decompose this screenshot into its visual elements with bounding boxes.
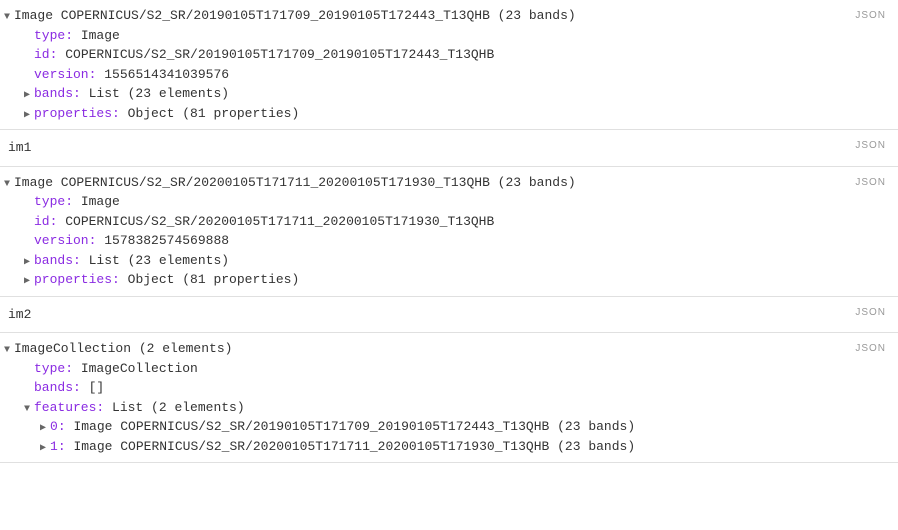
prop-version: version: 1556514341039576 <box>4 65 888 85</box>
key-properties: properties: <box>34 106 120 121</box>
val-bands: [] <box>89 380 105 395</box>
feature-row-1[interactable]: 1: Image COPERNICUS/S2_SR/20200105T17171… <box>4 437 888 457</box>
prop-features[interactable]: features: List (2 elements) <box>4 398 888 418</box>
json-link[interactable]: JSON <box>855 138 886 153</box>
header-text: Image COPERNICUS/S2_SR/20200105T171711_2… <box>14 173 576 193</box>
val-properties: Object (81 properties) <box>128 106 300 121</box>
val-type: Image <box>81 28 120 43</box>
key-bands: bands: <box>34 253 81 268</box>
prop-type: type: Image <box>4 26 888 46</box>
prop-bands: bands: [] <box>4 378 888 398</box>
caption-panel-2: JSON im2 <box>0 297 898 334</box>
val-version: 1556514341039576 <box>104 67 229 82</box>
chevron-down-icon[interactable] <box>4 177 14 192</box>
key-id: id: <box>34 214 57 229</box>
key-properties: properties: <box>34 272 120 287</box>
key-bands: bands: <box>34 86 81 101</box>
val-feature: Image COPERNICUS/S2_SR/20200105T171711_2… <box>73 439 635 454</box>
json-link[interactable]: JSON <box>855 341 886 356</box>
header-text: ImageCollection (2 elements) <box>14 339 232 359</box>
tree-header-row[interactable]: Image COPERNICUS/S2_SR/20200105T171711_2… <box>4 173 888 193</box>
chevron-right-icon[interactable] <box>40 441 50 456</box>
chevron-down-icon[interactable] <box>24 402 34 417</box>
key-features: features: <box>34 400 104 415</box>
tree-header-row[interactable]: ImageCollection (2 elements) <box>4 339 888 359</box>
prop-type: type: Image <box>4 192 888 212</box>
key-type: type: <box>34 361 73 376</box>
tree-header-row[interactable]: Image COPERNICUS/S2_SR/20190105T171709_2… <box>4 6 888 26</box>
prop-id: id: COPERNICUS/S2_SR/20190105T171709_201… <box>4 45 888 65</box>
chevron-right-icon[interactable] <box>24 88 34 103</box>
panel-image-1: JSON Image COPERNICUS/S2_SR/20190105T171… <box>0 0 898 130</box>
chevron-right-icon[interactable] <box>24 255 34 270</box>
key-id: id: <box>34 47 57 62</box>
val-id: COPERNICUS/S2_SR/20190105T171709_2019010… <box>65 47 494 62</box>
prop-type: type: ImageCollection <box>4 359 888 379</box>
key-bands: bands: <box>34 380 81 395</box>
val-type: Image <box>81 194 120 209</box>
caption-panel-1: JSON im1 <box>0 130 898 167</box>
json-link[interactable]: JSON <box>855 8 886 23</box>
header-text: Image COPERNICUS/S2_SR/20190105T171709_2… <box>14 6 576 26</box>
key-idx: 1: <box>50 439 66 454</box>
val-feature: Image COPERNICUS/S2_SR/20190105T171709_2… <box>73 419 635 434</box>
json-link[interactable]: JSON <box>855 305 886 320</box>
val-bands: List (23 elements) <box>89 253 229 268</box>
chevron-down-icon[interactable] <box>4 343 14 358</box>
val-type: ImageCollection <box>81 361 198 376</box>
caption-text: im2 <box>4 303 888 327</box>
caption-text: im1 <box>4 136 888 160</box>
chevron-right-icon[interactable] <box>24 108 34 123</box>
feature-row-0[interactable]: 0: Image COPERNICUS/S2_SR/20190105T17170… <box>4 417 888 437</box>
chevron-down-icon[interactable] <box>4 10 14 25</box>
prop-bands[interactable]: bands: List (23 elements) <box>4 84 888 104</box>
val-id: COPERNICUS/S2_SR/20200105T171711_2020010… <box>65 214 494 229</box>
prop-version: version: 1578382574569888 <box>4 231 888 251</box>
json-link[interactable]: JSON <box>855 175 886 190</box>
prop-properties[interactable]: properties: Object (81 properties) <box>4 104 888 124</box>
prop-properties[interactable]: properties: Object (81 properties) <box>4 270 888 290</box>
val-features: List (2 elements) <box>112 400 245 415</box>
chevron-right-icon[interactable] <box>24 274 34 289</box>
val-properties: Object (81 properties) <box>128 272 300 287</box>
panel-image-2: JSON Image COPERNICUS/S2_SR/20200105T171… <box>0 167 898 297</box>
key-version: version: <box>34 67 96 82</box>
key-version: version: <box>34 233 96 248</box>
chevron-right-icon[interactable] <box>40 421 50 436</box>
key-idx: 0: <box>50 419 66 434</box>
val-bands: List (23 elements) <box>89 86 229 101</box>
prop-bands[interactable]: bands: List (23 elements) <box>4 251 888 271</box>
prop-id: id: COPERNICUS/S2_SR/20200105T171711_202… <box>4 212 888 232</box>
key-type: type: <box>34 28 73 43</box>
panel-collection: JSON ImageCollection (2 elements) type: … <box>0 333 898 463</box>
key-type: type: <box>34 194 73 209</box>
val-version: 1578382574569888 <box>104 233 229 248</box>
